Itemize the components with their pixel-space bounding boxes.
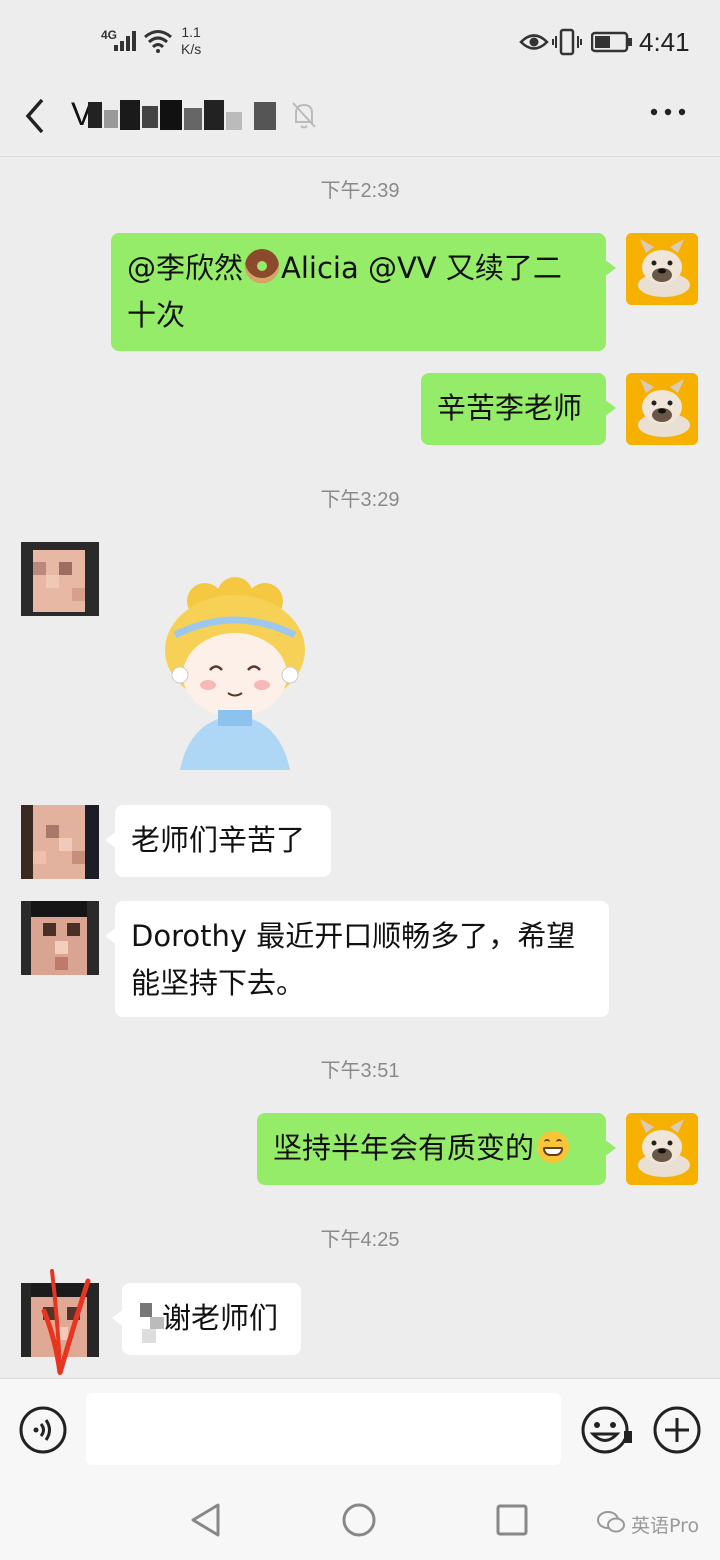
system-nav-bar: 英语Pro (0, 1480, 720, 1560)
timestamp: 下午4:25 (320, 1229, 400, 1251)
my-avatar[interactable] (626, 233, 698, 305)
grin-emoji (537, 1131, 570, 1163)
my-message-bubble[interactable]: @李欣然 Alicia @VV 又续了二 十次 (111, 233, 616, 351)
contact-avatar-pixelated[interactable] (21, 805, 99, 879)
title-censor-mosaic (88, 98, 288, 132)
eye-icon (519, 34, 549, 50)
message-input[interactable] (86, 1393, 561, 1465)
watermark: 英语Pro (631, 1515, 700, 1537)
chat-header: V (0, 84, 720, 157)
wechat-logo-icon (597, 1511, 625, 1533)
nav-recents-icon[interactable] (495, 1503, 529, 1537)
plus-icon[interactable] (652, 1405, 702, 1455)
wifi-icon (144, 30, 172, 53)
contact-avatar-pixelated[interactable] (21, 542, 99, 616)
clock: 4:41 (639, 27, 690, 57)
input-bar (0, 1378, 720, 1481)
my-avatar[interactable] (626, 1113, 698, 1185)
nav-back-icon[interactable] (188, 1502, 224, 1538)
timestamp: 下午2:39 (320, 180, 400, 202)
emoji-icon[interactable] (580, 1405, 632, 1457)
back-arrow-icon[interactable] (22, 96, 48, 136)
my-message-bubble[interactable]: 坚持半年会有质变的 (257, 1113, 616, 1185)
chat-area: 下午2:39 @李欣然 Alicia @VV 又续了二 十次 辛苦李老师 下午3… (0, 157, 720, 1377)
vibrate-icon (552, 28, 582, 56)
contact-message-bubble[interactable]: Dorothy 最近开口顺畅多了，希望 能坚持下去。 (105, 901, 609, 1017)
donut-emoji (245, 249, 280, 283)
my-message-bubble[interactable]: 辛苦李老师 (421, 373, 616, 445)
battery-icon (591, 31, 632, 53)
red-pen-mark (41, 1269, 91, 1375)
bulldog-avatar-icon (626, 1113, 698, 1185)
contact-message-bubble[interactable]: 老师们辛苦了 (105, 805, 331, 877)
bulldog-avatar-icon (626, 233, 698, 305)
timestamp: 下午3:51 (320, 1060, 400, 1082)
signal-icon (114, 31, 136, 51)
contact-avatar-pixelated[interactable] (21, 901, 99, 975)
status-bar: 4G 1.1 K/s 4:41 (0, 0, 720, 84)
princess-sticker[interactable] (160, 575, 310, 775)
censor-mosaic (140, 1297, 172, 1347)
mute-bell-icon (292, 102, 316, 129)
bulldog-avatar-icon (626, 373, 698, 445)
nav-home-icon[interactable] (341, 1502, 377, 1538)
voice-toggle-icon[interactable] (18, 1405, 68, 1455)
more-options-icon[interactable] (648, 104, 688, 120)
timestamp: 下午3:29 (320, 489, 400, 511)
my-avatar[interactable] (626, 373, 698, 445)
network-speed: 1.1 K/s (181, 24, 202, 57)
